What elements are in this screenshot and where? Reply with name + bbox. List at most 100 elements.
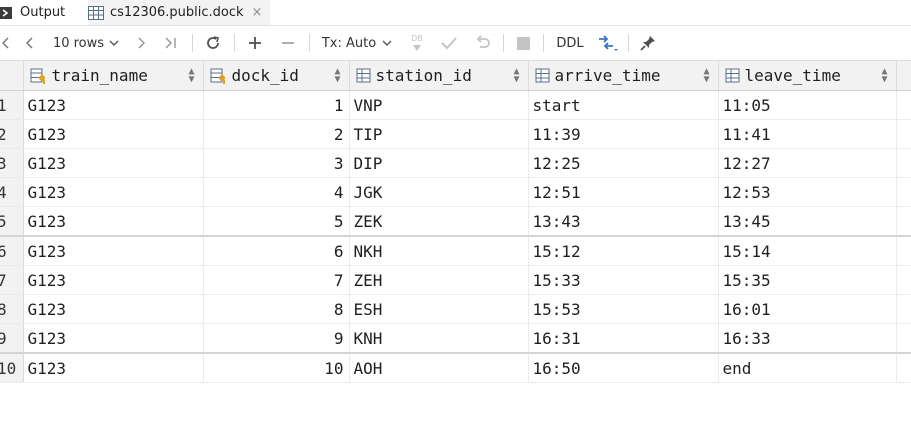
- cell-arrive-time[interactable]: 15:53: [528, 294, 719, 324]
- cell-station-id[interactable]: ZEH: [349, 265, 529, 295]
- compare-icon[interactable]: [594, 26, 622, 60]
- row-number[interactable]: 5: [0, 206, 24, 237]
- cell-arrive-time[interactable]: 15:12: [528, 235, 719, 266]
- tab-output[interactable]: Output: [0, 0, 65, 25]
- table-row[interactable]: 2G1232TIP11:3911:41: [0, 119, 911, 149]
- rollback-icon[interactable]: [472, 26, 494, 60]
- cell-leave-time[interactable]: 15:35: [718, 265, 897, 295]
- cell-leave-time[interactable]: 15:14: [718, 235, 897, 266]
- table-row[interactable]: 5G1235ZEK13:4313:45: [0, 206, 911, 237]
- cell-arrive-time[interactable]: 12:25: [528, 148, 719, 178]
- close-icon[interactable]: ×: [252, 5, 263, 20]
- cell-dock-id[interactable]: 5: [203, 206, 350, 237]
- cell-train-name[interactable]: G123: [23, 265, 204, 295]
- table-row[interactable]: 4G1234JGK12:5112:53: [0, 177, 911, 207]
- cell-dock-id[interactable]: 3: [203, 148, 350, 178]
- row-number[interactable]: 3: [0, 148, 24, 178]
- cell-station-id[interactable]: AOH: [349, 352, 529, 383]
- sort-icon[interactable]: ▲ ▼: [513, 67, 519, 85]
- tab-dock[interactable]: cs12306.public.dock ×: [88, 0, 271, 25]
- cell-dock-id[interactable]: 10: [203, 352, 350, 383]
- column-header-arrive-time[interactable]: arrive_time ▲ ▼: [528, 61, 719, 91]
- sort-icon[interactable]: ▲ ▼: [703, 67, 709, 85]
- column-header-station-id[interactable]: station_id ▲ ▼: [349, 61, 529, 91]
- cell-leave-time[interactable]: end: [718, 352, 897, 383]
- rows-selector[interactable]: 10 rows: [48, 26, 124, 60]
- row-number[interactable]: 10: [0, 352, 24, 383]
- row-number[interactable]: 7: [0, 265, 24, 295]
- sort-icon[interactable]: ▲ ▼: [881, 67, 887, 85]
- cell-leave-time[interactable]: 13:45: [718, 206, 897, 237]
- cell-station-id[interactable]: ESH: [349, 294, 529, 324]
- column-header-dock-id[interactable]: dock_id ▲ ▼: [203, 61, 350, 91]
- cell-dock-id[interactable]: 8: [203, 294, 350, 324]
- cell-leave-time[interactable]: 12:27: [718, 148, 897, 178]
- cell-arrive-time[interactable]: 11:39: [528, 119, 719, 149]
- row-filler: [896, 206, 911, 237]
- cell-dock-id[interactable]: 2: [203, 119, 350, 149]
- column-header-leave-time[interactable]: leave_time ▲ ▼: [718, 61, 897, 91]
- cell-leave-time[interactable]: 11:41: [718, 119, 897, 149]
- cell-train-name[interactable]: G123: [23, 177, 204, 207]
- ddl-button[interactable]: DDL: [552, 26, 588, 60]
- cell-arrive-time[interactable]: 12:51: [528, 177, 719, 207]
- cell-train-name[interactable]: G123: [23, 235, 204, 266]
- last-page-icon[interactable]: [160, 26, 182, 60]
- cell-train-name[interactable]: G123: [23, 206, 204, 237]
- sort-icon[interactable]: ▲ ▼: [334, 67, 340, 85]
- row-number[interactable]: 2: [0, 119, 24, 149]
- transaction-mode-selector[interactable]: Tx: Auto: [318, 26, 396, 60]
- table-row[interactable]: 7G1237ZEH15:3315:35: [0, 265, 911, 295]
- cell-train-name[interactable]: G123: [23, 294, 204, 324]
- cell-leave-time[interactable]: 11:05: [718, 90, 897, 120]
- cell-arrive-time[interactable]: 16:31: [528, 323, 719, 354]
- table-row[interactable]: 6G1236NKH15:1215:14: [0, 235, 911, 266]
- cell-train-name[interactable]: G123: [23, 352, 204, 383]
- next-page-icon[interactable]: [132, 26, 150, 60]
- cell-train-name[interactable]: G123: [23, 119, 204, 149]
- prev-page-icon[interactable]: [20, 26, 40, 60]
- cell-leave-time[interactable]: 16:33: [718, 323, 897, 354]
- cell-train-name[interactable]: G123: [23, 90, 204, 120]
- commit-icon[interactable]: [438, 26, 460, 60]
- cell-station-id[interactable]: TIP: [349, 119, 529, 149]
- refresh-icon[interactable]: [201, 26, 225, 60]
- table-row[interactable]: 9G1239KNH16:3116:33: [0, 323, 911, 354]
- delete-row-icon[interactable]: [277, 26, 299, 60]
- table-row[interactable]: 10G12310AOH16:50end: [0, 352, 911, 383]
- cell-dock-id[interactable]: 1: [203, 90, 350, 120]
- stop-icon[interactable]: [512, 26, 534, 60]
- cell-station-id[interactable]: VNP: [349, 90, 529, 120]
- cell-train-name[interactable]: G123: [23, 148, 204, 178]
- cell-arrive-time[interactable]: 13:43: [528, 206, 719, 237]
- cell-arrive-time[interactable]: 16:50: [528, 352, 719, 383]
- table-row[interactable]: 1G1231VNPstart11:05: [0, 90, 911, 120]
- row-number[interactable]: 4: [0, 177, 24, 207]
- row-number[interactable]: 6: [0, 235, 24, 266]
- cell-arrive-time[interactable]: start: [528, 90, 719, 120]
- table-row[interactable]: 8G1238ESH15:5316:01: [0, 294, 911, 324]
- cell-leave-time[interactable]: 16:01: [718, 294, 897, 324]
- cell-station-id[interactable]: JGK: [349, 177, 529, 207]
- table-row[interactable]: 3G1233DIP12:2512:27: [0, 148, 911, 178]
- row-number[interactable]: 9: [0, 323, 24, 354]
- cell-dock-id[interactable]: 9: [203, 323, 350, 354]
- cell-dock-id[interactable]: 4: [203, 177, 350, 207]
- pin-icon[interactable]: [637, 26, 659, 60]
- sort-icon[interactable]: ▲ ▼: [188, 67, 194, 85]
- row-number[interactable]: 8: [0, 294, 24, 324]
- cell-arrive-time[interactable]: 15:33: [528, 265, 719, 295]
- column-header-train-name[interactable]: train_name ▲ ▼: [23, 61, 204, 91]
- cell-station-id[interactable]: DIP: [349, 148, 529, 178]
- cell-station-id[interactable]: ZEK: [349, 206, 529, 237]
- cell-station-id[interactable]: KNH: [349, 323, 529, 354]
- add-row-icon[interactable]: [244, 26, 266, 60]
- row-number[interactable]: 1: [0, 90, 24, 120]
- cell-train-name[interactable]: G123: [23, 323, 204, 354]
- cell-dock-id[interactable]: 7: [203, 265, 350, 295]
- cell-station-id[interactable]: NKH: [349, 235, 529, 266]
- cell-leave-time[interactable]: 12:53: [718, 177, 897, 207]
- cell-dock-id[interactable]: 6: [203, 235, 350, 266]
- submit-icon[interactable]: DB: [404, 26, 430, 60]
- first-page-icon[interactable]: [0, 26, 12, 60]
